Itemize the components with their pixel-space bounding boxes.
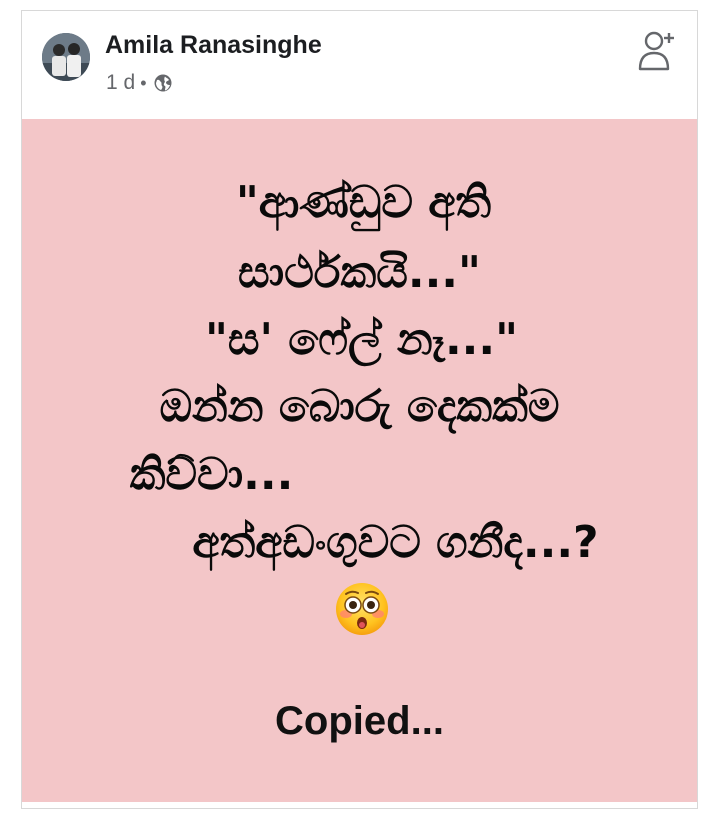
card-footer-divider: [22, 802, 697, 808]
post-time[interactable]: 1 d: [106, 71, 135, 95]
post-header: Amila Ranasinghe 1 d •: [22, 11, 697, 119]
post-body: "ආණ්ඩුව අති සාර්ථකයි..." "ස' ෆේල් නෑ..."…: [22, 119, 697, 802]
post-text-line-2: සාර්ථකයි...": [238, 247, 481, 298]
meta-separator: •: [140, 72, 147, 93]
add-friend-icon[interactable]: [637, 29, 677, 73]
post-text-line-1: "ආණ්ඩුව අති: [235, 177, 492, 228]
author-name[interactable]: Amila Ranasinghe: [105, 31, 322, 60]
post-card: Amila Ranasinghe 1 d • "ආණ්ඩුව අති සාර්ථ…: [21, 10, 698, 809]
post-text-line-4: ඔන්න බොරු දෙකක්ම: [159, 381, 560, 432]
globe-icon: [153, 73, 173, 93]
post-text-line-6: අත්අඩංගුවට ගනීද...?: [192, 517, 599, 568]
copied-text: Copied...: [275, 699, 444, 743]
post-text-line-5: කිව්වා...: [129, 449, 294, 500]
flushed-face-emoji: [334, 581, 390, 637]
post-meta: 1 d •: [106, 71, 173, 95]
avatar[interactable]: [42, 33, 90, 81]
post-text-line-3: "ස' ෆේල් නෑ...": [204, 314, 519, 365]
